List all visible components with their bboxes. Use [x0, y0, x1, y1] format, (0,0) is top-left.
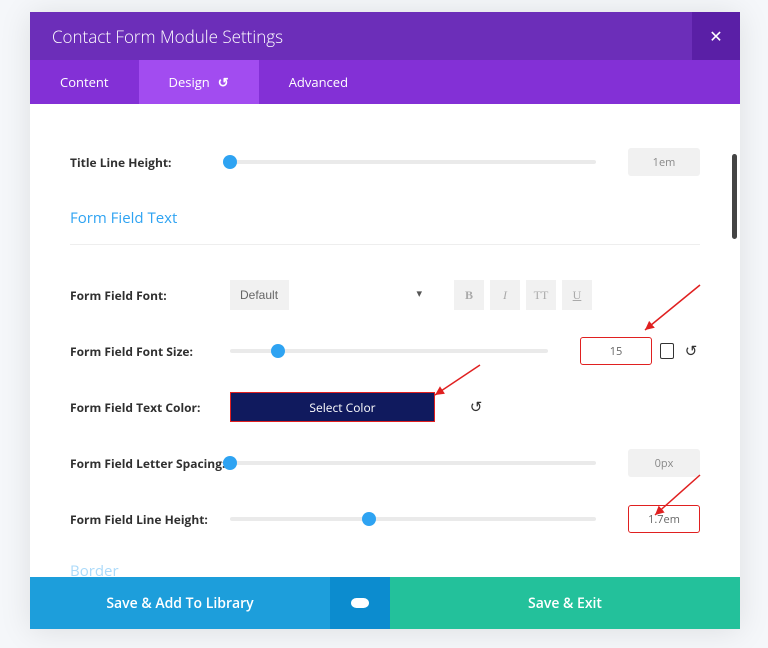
slider-thumb[interactable]	[223, 155, 237, 169]
modal-footer: Save & Add To Library Save & Exit	[30, 577, 740, 629]
bold-button[interactable]: B	[454, 280, 484, 310]
modal: Contact Form Module Settings ✕ Content D…	[30, 12, 740, 629]
row-line-height: Form Field Line Height: 1.7em	[70, 491, 700, 547]
device-icon[interactable]	[660, 343, 674, 359]
value-letter-spacing[interactable]: 0px	[628, 449, 700, 477]
row-letter-spacing: Form Field Letter Spacing: 0px	[70, 435, 700, 491]
color-select-label: Select Color	[251, 399, 434, 416]
scrollbar[interactable]	[732, 154, 737, 239]
value-line-height[interactable]: 1.7em	[628, 505, 700, 533]
label-letter-spacing: Form Field Letter Spacing:	[70, 455, 230, 472]
close-button[interactable]: ✕	[692, 12, 740, 60]
row-title-line-height: Title Line Height: 1em	[70, 134, 700, 190]
slider-thumb[interactable]	[362, 512, 376, 526]
reset-icon[interactable]: ↺	[467, 397, 485, 417]
modal-title: Contact Form Module Settings	[30, 25, 692, 48]
modal-header: Contact Form Module Settings ✕	[30, 12, 740, 60]
label-font: Form Field Font:	[70, 287, 230, 304]
section-border[interactable]: Border	[70, 561, 700, 577]
tab-design[interactable]: Design ↺	[139, 60, 259, 104]
label-title-line-height: Title Line Height:	[70, 154, 230, 171]
row-font: Form Field Font: Default B I TT U	[70, 267, 700, 323]
underline-button[interactable]: U	[562, 280, 592, 310]
value-title-line-height[interactable]: 1em	[628, 148, 700, 176]
color-picker[interactable]: Select Color	[230, 392, 435, 422]
tabs: Content Design ↺ Advanced	[30, 60, 740, 104]
row-text-color: Form Field Text Color: Select Color ↺	[70, 379, 700, 435]
preview-button[interactable]	[330, 577, 390, 629]
eye-icon	[351, 598, 369, 608]
value-font-size[interactable]: 15	[580, 337, 652, 365]
label-line-height: Form Field Line Height:	[70, 511, 230, 528]
color-swatch	[231, 393, 251, 421]
reset-icon[interactable]: ↺	[218, 73, 229, 91]
close-icon: ✕	[709, 25, 722, 47]
reset-icon[interactable]: ↺	[682, 341, 700, 361]
row-font-size: Form Field Font Size: 15 ↺	[70, 323, 700, 379]
italic-button[interactable]: I	[490, 280, 520, 310]
label-font-size: Form Field Font Size:	[70, 343, 230, 360]
select-font[interactable]: Default	[230, 280, 289, 310]
label-text-color: Form Field Text Color:	[70, 399, 230, 416]
section-form-field-text[interactable]: Form Field Text	[70, 208, 700, 245]
slider-thumb[interactable]	[223, 456, 237, 470]
settings-panel[interactable]: Title Line Height: 1em Form Field Text F…	[30, 104, 740, 577]
slider-line-height[interactable]	[230, 517, 596, 521]
save-to-library-button[interactable]: Save & Add To Library	[30, 577, 330, 629]
slider-thumb[interactable]	[271, 344, 285, 358]
tab-content[interactable]: Content	[30, 60, 139, 104]
save-exit-button[interactable]: Save & Exit	[390, 577, 740, 629]
tab-advanced[interactable]: Advanced	[259, 60, 378, 104]
slider-font-size[interactable]	[230, 349, 548, 353]
uppercase-button[interactable]: TT	[526, 280, 556, 310]
slider-letter-spacing[interactable]	[230, 461, 596, 465]
slider-title-line-height[interactable]	[230, 160, 596, 164]
